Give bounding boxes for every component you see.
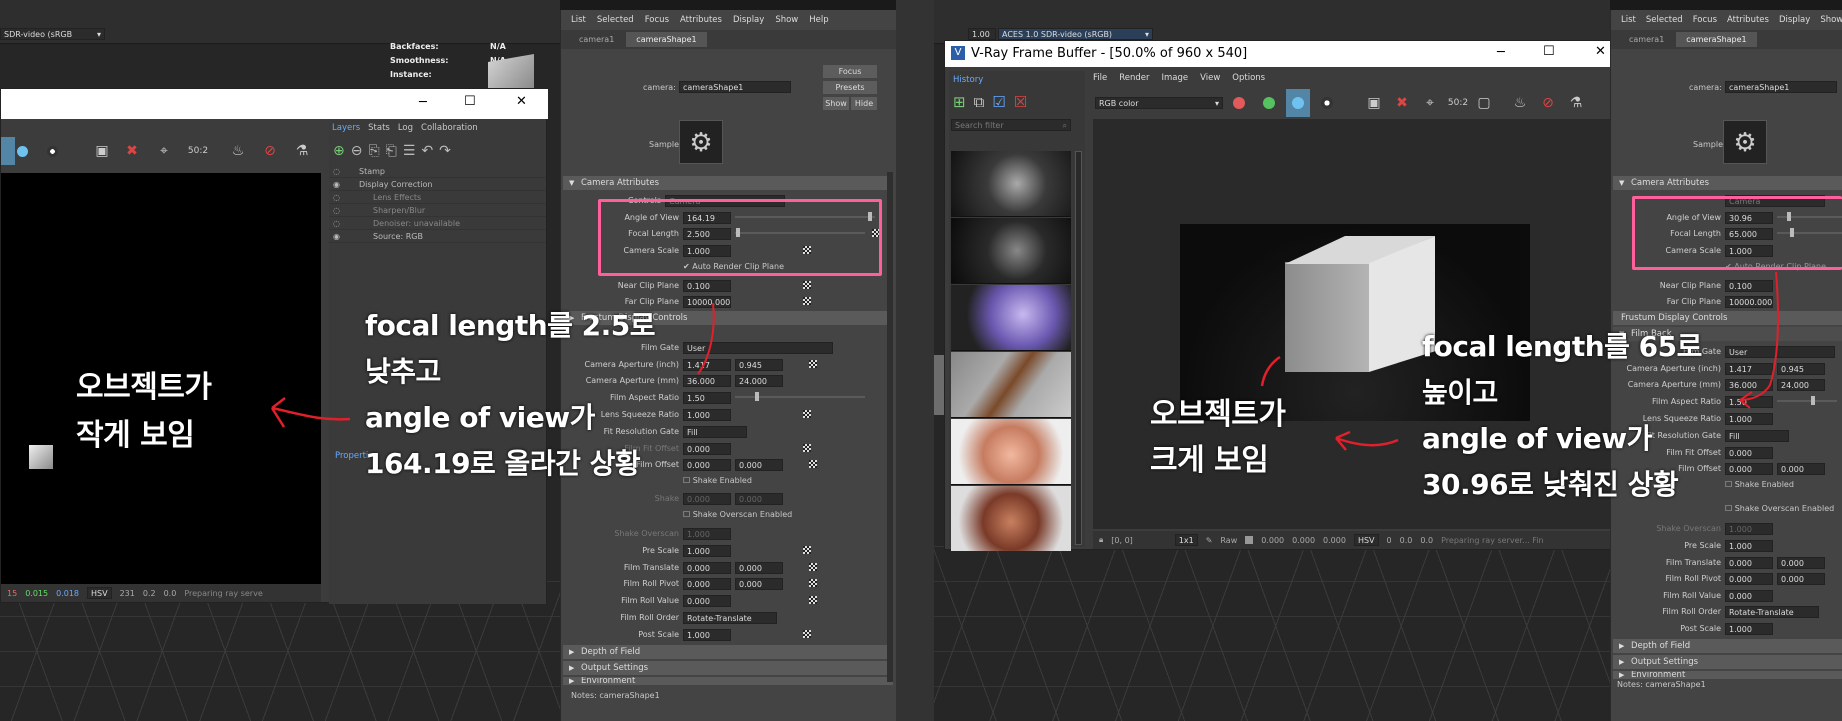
annotation-line: angle of view가 [1422,422,1652,455]
arrow-to-object [1335,430,1399,451]
annotation-line: 오브젝트가 [1150,397,1286,432]
annotation-line: focal length를 65로 [1422,330,1702,363]
right-annotation-object: 오브젝트가 크게 보임 [1150,392,1286,484]
arrow-to-cube [1260,355,1281,387]
annotation-line: 높이고 [1422,376,1498,409]
right-annotation-main: focal length를 65로 높이고 angle of view가 30.… [1422,324,1702,508]
annotation-line: 크게 보임 [1150,443,1269,478]
annotation-line: 30.96로 낮춰진 상황 [1422,468,1679,501]
arrow-to-fields [1739,271,1779,409]
